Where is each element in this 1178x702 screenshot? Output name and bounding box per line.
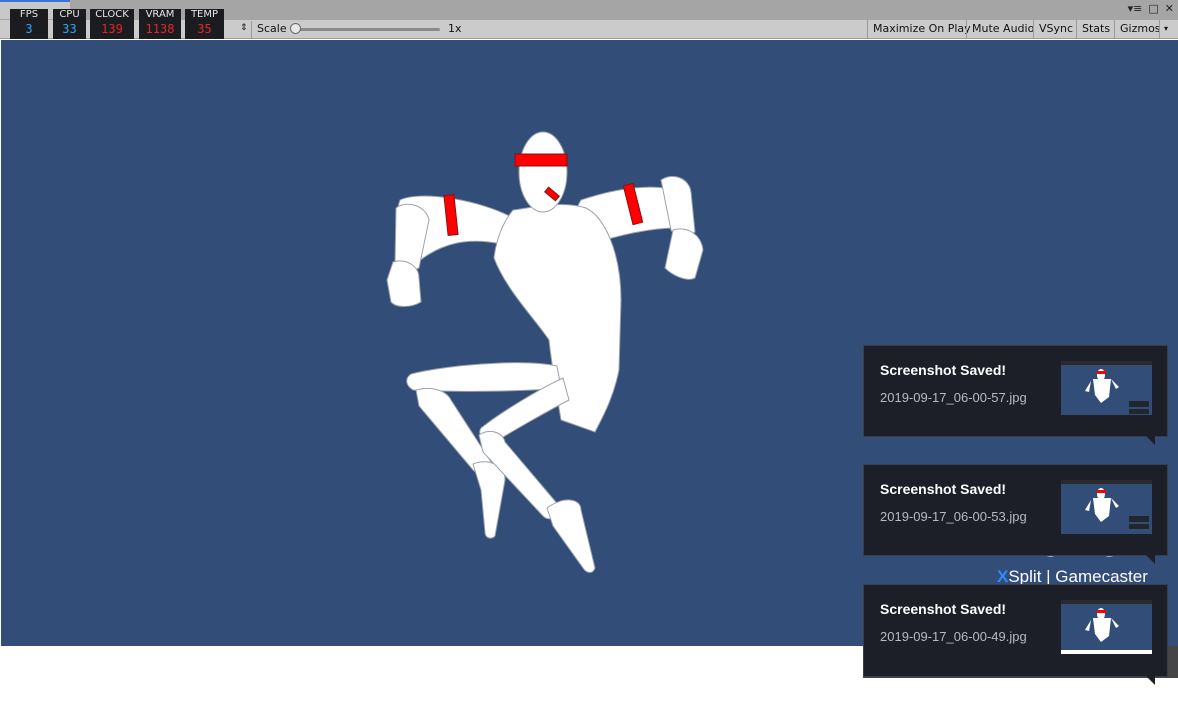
screenshot-thumbnail[interactable] (1061, 361, 1152, 415)
notification-title: Screenshot Saved! (880, 601, 1007, 617)
hw-cpu-value: 33 (62, 22, 77, 36)
left-forearm (394, 203, 430, 271)
gizmos-button[interactable]: Gizmos (1114, 20, 1161, 39)
scale-slider-track[interactable] (294, 28, 440, 31)
left-foot (472, 461, 506, 539)
vsync-button[interactable]: VSync (1033, 20, 1078, 39)
left-thigh (406, 362, 562, 392)
notification-tail (1146, 676, 1155, 685)
mute-audio-button[interactable]: Mute Audio (966, 20, 1039, 39)
notification-tail (1146, 436, 1155, 445)
notification-tail (1146, 555, 1155, 564)
hw-vram-panel: VRAM 1138 (139, 9, 181, 39)
maximize-icon[interactable]: □ (1148, 2, 1158, 16)
notification-filename: 2019-09-17_06-00-57.jpg (880, 390, 1027, 405)
scale-slider-thumb[interactable] (290, 23, 301, 34)
display-dropdown-arrow-icon[interactable]: ⇕ (240, 23, 248, 33)
hw-temp-value: 35 (197, 22, 212, 36)
stats-button[interactable]: Stats (1076, 20, 1115, 39)
close-icon[interactable]: ✕ (1165, 2, 1174, 16)
scale-label: Scale (257, 22, 287, 35)
hw-temp-panel: TEMP 35 (185, 9, 224, 39)
notification-filename: 2019-09-17_06-00-53.jpg (880, 509, 1027, 524)
right-hand (664, 228, 704, 280)
headband (514, 153, 568, 167)
hw-fps-value: 3 (25, 22, 33, 36)
hw-clock-value: 139 (101, 22, 123, 36)
screenshot-notification[interactable]: Screenshot Saved! 2019-09-17_06-00-53.jp… (863, 464, 1168, 564)
left-hand (386, 260, 422, 307)
screenshot-notification[interactable]: Screenshot Saved! 2019-09-17_06-00-57.jp… (863, 345, 1168, 445)
toolbar-divider (251, 21, 252, 38)
hw-cpu-panel: CPU 33 (53, 9, 86, 39)
screenshot-thumbnail[interactable] (1061, 600, 1152, 654)
hw-vram-label: VRAM (145, 9, 175, 20)
hw-clock-label: CLOCK (95, 9, 129, 20)
notification-title: Screenshot Saved! (880, 362, 1007, 378)
window-controls: ▾≡ □ ✕ (1128, 2, 1174, 16)
scale-value: 1x (448, 22, 462, 35)
hw-cpu-label: CPU (59, 9, 80, 20)
screenshot-thumbnail[interactable] (1061, 480, 1152, 534)
notification-title: Screenshot Saved! (880, 481, 1007, 497)
hw-fps-label: FPS (19, 9, 39, 20)
screenshot-notification[interactable]: Screenshot Saved! 2019-09-17_06-00-49.jp… (863, 584, 1168, 685)
game-view-window: ▾≡ □ ✕ ⇕ Scale 1x Maximize On Play Mute … (0, 0, 1178, 702)
gizmos-dropdown-icon[interactable]: ▾ (1159, 20, 1178, 39)
head (518, 131, 568, 213)
hw-temp-label: TEMP (190, 9, 219, 20)
maximize-on-play-button[interactable]: Maximize On Play (867, 20, 976, 39)
hw-clock-panel: CLOCK 139 (90, 9, 134, 39)
notification-filename: 2019-09-17_06-00-49.jpg (880, 629, 1027, 644)
tab-menu-icon[interactable]: ▾≡ (1128, 2, 1143, 16)
hw-fps-panel: FPS 3 (10, 9, 48, 39)
right-foot (546, 499, 596, 573)
hw-vram-value: 1138 (145, 22, 175, 36)
